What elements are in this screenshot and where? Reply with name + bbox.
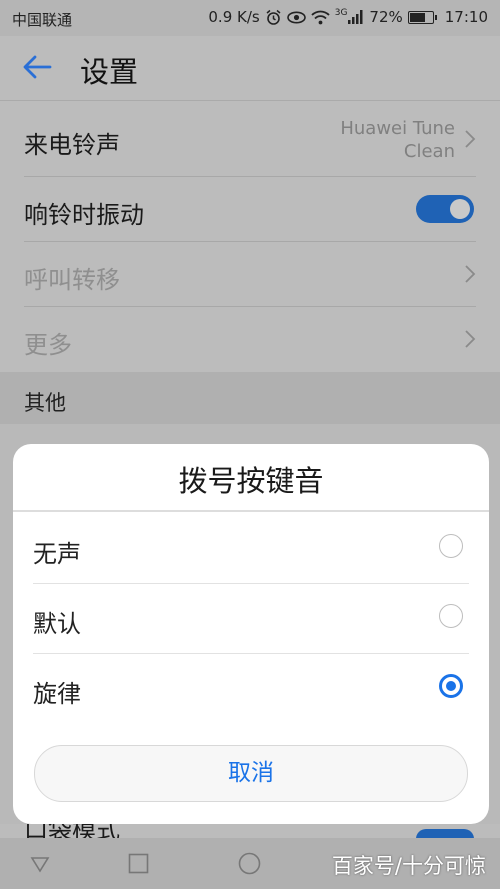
- chevron-right-icon: [465, 130, 476, 148]
- vibrate-label: 响铃时振动: [24, 201, 144, 229]
- call-forward-row[interactable]: 呼叫转移: [0, 242, 500, 307]
- radio-button[interactable]: [439, 534, 463, 558]
- arrow-left-icon[interactable]: [20, 50, 54, 84]
- option-melody[interactable]: 旋律: [33, 654, 469, 724]
- page-title: 设置: [80, 55, 139, 89]
- cancel-button[interactable]: 取消: [34, 745, 468, 802]
- carrier-label: 中国联通: [12, 11, 73, 29]
- radio-button[interactable]: [439, 604, 463, 628]
- option-label: 无声: [33, 540, 81, 568]
- clock: 17:10: [444, 8, 488, 26]
- divider: [13, 510, 489, 512]
- chevron-right-icon: [465, 330, 476, 348]
- eye-icon: [286, 11, 306, 23]
- alarm-icon: [266, 9, 281, 25]
- battery-icon: [407, 10, 437, 24]
- back-triangle-icon[interactable]: [30, 854, 50, 874]
- dialog-title: 拨号按键音: [178, 464, 324, 498]
- ringtone-row[interactable]: 来电铃声 Huawei Tune Clean: [0, 101, 500, 177]
- watermark: 百家号/十分可惊: [331, 854, 486, 878]
- chevron-right-icon: [465, 265, 476, 283]
- ringtone-value: Huawei Tune Clean: [340, 117, 455, 163]
- vibrate-row[interactable]: 响铃时振动: [0, 177, 500, 242]
- ringtone-label: 来电铃声: [24, 131, 120, 159]
- more-row[interactable]: 更多: [0, 307, 500, 372]
- more-label: 更多: [24, 331, 72, 359]
- pocket-mode-toggle[interactable]: [416, 829, 474, 838]
- option-silent[interactable]: 无声: [33, 514, 469, 584]
- option-label: 默认: [33, 610, 81, 638]
- network-type-label: 3G: [334, 8, 348, 18]
- vibrate-toggle[interactable]: [416, 195, 474, 223]
- option-label: 旋律: [33, 680, 81, 708]
- ringtone-value-line2: Clean: [403, 141, 455, 162]
- net-speed: 0.9 K/s: [208, 8, 260, 26]
- battery-percent: 72%: [369, 8, 403, 26]
- home-circle-icon[interactable]: [238, 852, 261, 875]
- pocket-mode-label: 口袋模式: [24, 824, 120, 838]
- pocket-mode-row[interactable]: 口袋模式: [0, 824, 500, 838]
- signal-icon: [348, 10, 363, 24]
- section-header-other: 其他: [0, 372, 500, 424]
- wifi-icon: [311, 10, 330, 24]
- keypad-tone-dialog: 拨号按键音 无声 默认 旋律 取消: [13, 444, 489, 824]
- call-forward-label: 呼叫转移: [24, 266, 120, 294]
- recents-square-icon[interactable]: [128, 853, 149, 874]
- option-default[interactable]: 默认: [33, 584, 469, 654]
- status-bar: 中国联通 0.9 K/s 3G 72% 17:10: [0, 0, 500, 36]
- radio-button-selected[interactable]: [439, 674, 463, 698]
- section-title: 其他: [24, 391, 66, 415]
- app-bar: 设置: [0, 36, 500, 101]
- ringtone-value-line1: Huawei Tune: [340, 118, 455, 139]
